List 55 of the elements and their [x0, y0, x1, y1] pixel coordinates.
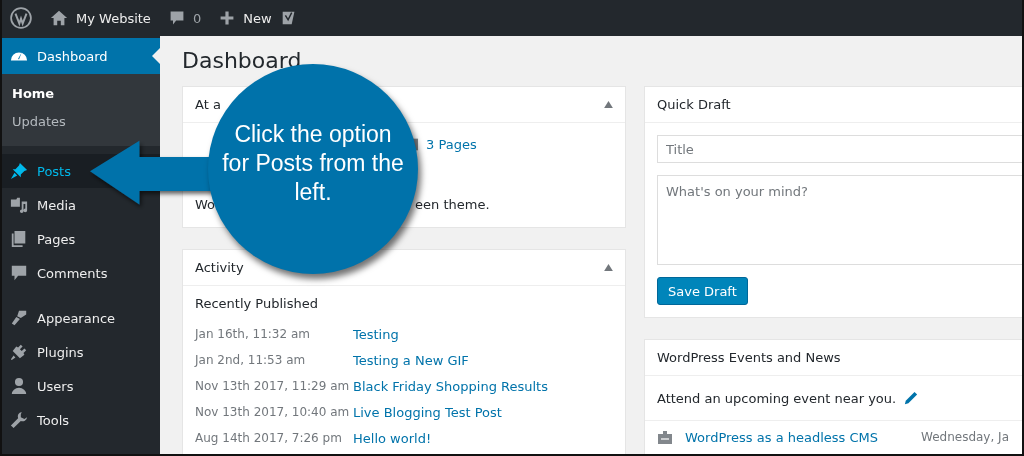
collapse-icon[interactable]: [604, 101, 613, 108]
pin-icon: [10, 162, 28, 180]
post-link[interactable]: Hello world!: [353, 430, 432, 446]
post-date: Nov 13th 2017, 11:29 am: [195, 379, 351, 393]
home-icon: [50, 9, 68, 27]
menu-item[interactable]: Media: [2, 188, 160, 222]
event-date: Wednesday, Ja: [921, 430, 1009, 444]
comment-icon: [10, 264, 28, 282]
pages-icon: [10, 230, 28, 248]
menu-item[interactable]: Plugins: [2, 335, 160, 369]
menu-item[interactable]: Dashboard: [2, 38, 160, 74]
event-link[interactable]: WordPress as a headless CMS: [685, 429, 921, 445]
event-icon: [657, 429, 673, 445]
plus-icon: [219, 10, 236, 26]
post-link[interactable]: Black Friday Shopping Results: [353, 378, 548, 394]
current-pointer-icon: [152, 48, 160, 64]
post-link[interactable]: Testing a New GIF: [353, 352, 469, 368]
post-date: Aug 14th 2017, 7:26 pm: [195, 431, 343, 445]
post-date: Jan 16th, 11:32 am: [195, 327, 311, 341]
comment-count[interactable]: 0: [192, 10, 202, 26]
menu-item[interactable]: Tools: [2, 403, 160, 437]
card-title: Activity: [195, 260, 244, 275]
submenu-item[interactable]: Updates: [2, 108, 160, 136]
user-icon: [10, 377, 28, 395]
card-title: WordPress Events and News: [657, 350, 841, 365]
post-date: Nov 13th 2017, 10:40 am: [195, 405, 351, 419]
post-link[interactable]: Live Blogging Test Post: [353, 404, 502, 420]
theme-text: Wo: [195, 197, 216, 212]
theme-text: een theme.: [415, 197, 490, 212]
brush-icon: [10, 309, 28, 327]
wrench-icon: [10, 411, 28, 429]
pages-link[interactable]: 3 Pages: [426, 137, 477, 152]
menu-item[interactable]: Comments: [2, 256, 160, 290]
pencil-icon[interactable]: [904, 391, 919, 405]
title-field[interactable]: Title: [657, 135, 1022, 163]
menu-item[interactable]: Pages: [2, 222, 160, 256]
comment-icon: [168, 10, 185, 26]
submenu-item[interactable]: Home: [2, 80, 160, 108]
post-link[interactable]: Testing: [353, 326, 399, 342]
post-date: Jan 2nd, 11:53 am: [195, 353, 307, 367]
menu-item[interactable]: Users: [2, 369, 160, 403]
menu-item[interactable]: Appearance: [2, 301, 160, 335]
page-title: Dashboard: [182, 48, 303, 73]
wordpress-logo-icon[interactable]: [10, 7, 32, 29]
section-title: Recently Published: [195, 296, 319, 311]
card-title: Quick Draft: [657, 97, 731, 112]
plug-icon: [10, 343, 28, 361]
events-intro: Attend an upcoming event near you.: [657, 390, 897, 406]
card-title: At a: [195, 97, 221, 112]
new-link[interactable]: New: [243, 10, 272, 26]
save-draft-button[interactable]: Save Draft: [657, 277, 748, 305]
site-name-link[interactable]: My Website: [76, 10, 151, 26]
camera-icon: [10, 196, 28, 214]
collapse-icon[interactable]: [604, 264, 613, 271]
content-field[interactable]: What's on your mind?: [657, 175, 1022, 265]
